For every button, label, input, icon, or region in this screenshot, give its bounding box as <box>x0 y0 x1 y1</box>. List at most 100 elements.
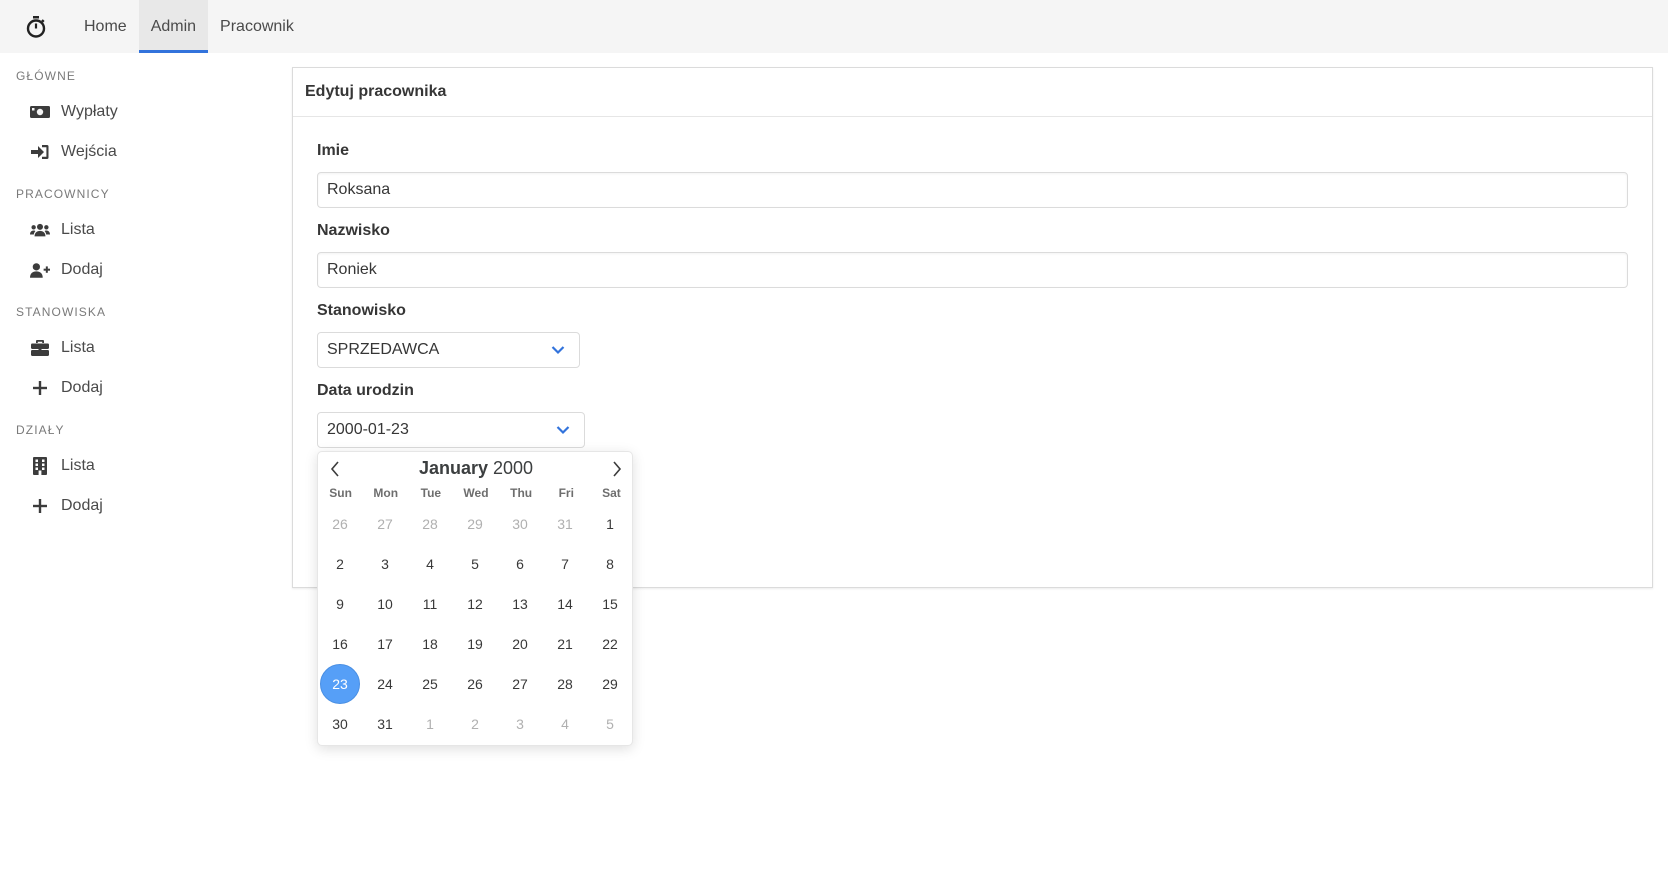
calendar-day[interactable]: 25 <box>410 664 450 704</box>
sidebar-item-pracownicy-dodaj[interactable]: Dodaj <box>0 250 260 290</box>
chevron-down-icon <box>551 346 565 355</box>
sidebar-item-dzialy-lista[interactable]: Lista <box>0 446 260 486</box>
brand-logo[interactable] <box>0 0 72 53</box>
sidebar-item-label: Dodaj <box>61 497 103 514</box>
calendar-day[interactable]: 29 <box>590 664 630 704</box>
stopwatch-icon <box>26 15 46 38</box>
calendar-day[interactable]: 14 <box>545 584 585 624</box>
chevron-right-icon[interactable] <box>610 460 624 478</box>
nav-home-label: Home <box>84 17 127 35</box>
calendar-day[interactable]: 31 <box>365 704 405 744</box>
calendar-day[interactable]: 10 <box>365 584 405 624</box>
menu-label-pracownicy: PRACOWNICY <box>16 187 110 201</box>
position-select[interactable]: SPRZEDAWCA <box>317 332 580 368</box>
user-plus-icon <box>30 261 50 279</box>
sidebar-item-stanowiska-dodaj[interactable]: Dodaj <box>0 368 260 408</box>
calendar-day[interactable]: 1 <box>590 504 630 544</box>
first-name-input[interactable]: Roksana <box>317 172 1628 208</box>
last-name-input[interactable]: Roniek <box>317 252 1628 288</box>
calendar-day[interactable]: 4 <box>410 544 450 584</box>
sidebar-item-dzialy-dodaj[interactable]: Dodaj <box>0 486 260 526</box>
birth-date-select[interactable]: 2000-01-23 <box>317 412 585 448</box>
birth-date-value: 2000-01-23 <box>327 421 409 438</box>
users-icon <box>30 221 50 239</box>
calendar-day[interactable]: 28 <box>545 664 585 704</box>
sidebar-item-label: Lista <box>61 339 95 356</box>
sidebar-item-stanowiska-lista[interactable]: Lista <box>0 328 260 368</box>
calendar-day[interactable]: 19 <box>455 624 495 664</box>
last-name-label: Nazwisko <box>317 222 390 239</box>
nav-admin[interactable]: Admin <box>138 0 209 53</box>
birth-date-label: Data urodzin <box>317 382 414 399</box>
calendar-day[interactable]: 1 <box>410 704 450 744</box>
calendar-day[interactable]: 17 <box>365 624 405 664</box>
sidebar-item-label: Wejścia <box>61 143 117 160</box>
nav-home[interactable]: Home <box>72 0 139 53</box>
weekday-label: Wed <box>463 486 489 500</box>
calendar-day[interactable]: 16 <box>320 624 360 664</box>
calendar-day[interactable]: 26 <box>320 504 360 544</box>
briefcase-icon <box>30 339 50 357</box>
calendar-day[interactable]: 24 <box>365 664 405 704</box>
sidebar-item-pracownicy-lista[interactable]: Lista <box>0 210 260 250</box>
nav-admin-label: Admin <box>150 17 197 35</box>
sidebar-item-label: Dodaj <box>61 261 103 278</box>
position-label: Stanowisko <box>317 302 406 319</box>
calendar-day[interactable]: 8 <box>590 544 630 584</box>
top-navbar: Home Admin Pracownik <box>0 0 1668 53</box>
calendar-day[interactable]: 31 <box>545 504 585 544</box>
calendar-day[interactable]: 20 <box>500 624 540 664</box>
plus-icon <box>30 379 50 397</box>
sidebar-item-label: Dodaj <box>61 379 103 396</box>
calendar-day[interactable]: 27 <box>365 504 405 544</box>
calendar-day[interactable]: 11 <box>410 584 450 624</box>
sign-in-icon <box>30 143 50 161</box>
menu-label-glowne: GŁÓWNE <box>16 69 76 83</box>
calendar-day[interactable]: 30 <box>320 704 360 744</box>
calendar-year[interactable]: 2000 <box>493 458 533 478</box>
last-name-value: Roniek <box>327 261 377 278</box>
calendar-day[interactable]: 13 <box>500 584 540 624</box>
sidebar-item-label: Wypłaty <box>61 103 118 120</box>
first-name-label: Imie <box>317 142 350 159</box>
calendar-day[interactable]: 9 <box>320 584 360 624</box>
calendar-month[interactable]: January <box>419 458 488 478</box>
calendar-day[interactable]: 2 <box>320 544 360 584</box>
card-title: Edytuj pracownika <box>293 68 1652 117</box>
date-picker-calendar: January 2000 Sun Mon Tue Wed Thu Fri Sat… <box>317 451 633 746</box>
calendar-day[interactable]: 29 <box>455 504 495 544</box>
calendar-day[interactable]: 4 <box>545 704 585 744</box>
plus-icon <box>30 497 50 515</box>
calendar-month-year: January 2000 <box>318 458 634 479</box>
sidebar-item-wyplaty[interactable]: Wypłaty <box>0 92 260 132</box>
sidebar-item-wejscia[interactable]: Wejścia <box>0 132 260 172</box>
weekday-label: Tue <box>420 486 442 500</box>
calendar-day[interactable]: 5 <box>590 704 630 744</box>
nav-pracownik[interactable]: Pracownik <box>208 0 306 53</box>
calendar-day[interactable]: 5 <box>455 544 495 584</box>
sidebar: GŁÓWNE Wypłaty Wejścia PRACOWNICY Lista … <box>0 53 260 526</box>
calendar-weekdays: Sun Mon Tue Wed Thu Fri Sat <box>318 486 634 504</box>
calendar-header: January 2000 <box>318 452 634 486</box>
calendar-day[interactable]: 27 <box>500 664 540 704</box>
menu-label-dzialy: DZIAŁY <box>16 423 65 437</box>
menu-label-stanowiska: STANOWISKA <box>16 305 107 319</box>
calendar-day[interactable]: 30 <box>500 504 540 544</box>
sidebar-item-label: Lista <box>61 457 95 474</box>
calendar-day[interactable]: 22 <box>590 624 630 664</box>
calendar-day[interactable]: 15 <box>590 584 630 624</box>
weekday-label: Sat <box>602 486 621 500</box>
calendar-day[interactable]: 3 <box>365 544 405 584</box>
calendar-day[interactable]: 18 <box>410 624 450 664</box>
calendar-day[interactable]: 28 <box>410 504 450 544</box>
calendar-day-selected[interactable]: 23 <box>320 664 360 704</box>
building-icon <box>30 457 50 475</box>
calendar-day[interactable]: 21 <box>545 624 585 664</box>
calendar-day[interactable]: 12 <box>455 584 495 624</box>
calendar-day[interactable]: 2 <box>455 704 495 744</box>
calendar-day[interactable]: 6 <box>500 544 540 584</box>
calendar-day[interactable]: 26 <box>455 664 495 704</box>
calendar-day[interactable]: 3 <box>500 704 540 744</box>
position-value: SPRZEDAWCA <box>327 341 440 358</box>
calendar-day[interactable]: 7 <box>545 544 585 584</box>
